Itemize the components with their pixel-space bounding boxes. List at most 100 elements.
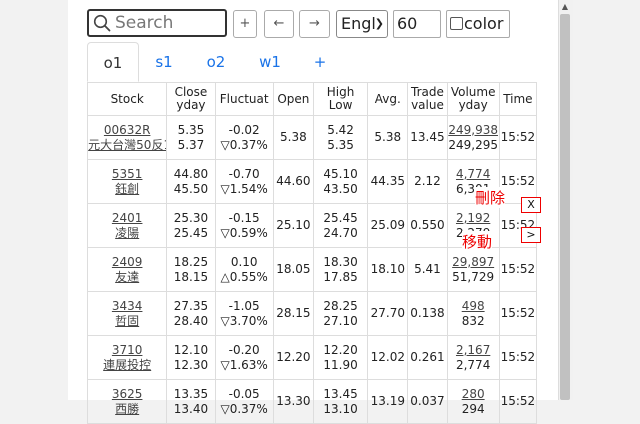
open-cell: 12.20: [272, 335, 314, 380]
stock-name-link[interactable]: 鈺創: [88, 182, 166, 197]
tab-s1[interactable]: s1: [139, 42, 189, 82]
page-background-right: [572, 0, 640, 400]
stock-cell[interactable]: 2401 凌陽: [86, 203, 168, 248]
volume-cell[interactable]: 280 294: [446, 379, 500, 424]
search-input[interactable]: [115, 12, 225, 34]
prev-button[interactable]: ←: [264, 10, 294, 38]
open-cell: 44.60: [272, 159, 314, 204]
high-low-cell: 18.30 17.85: [312, 247, 369, 292]
stock-cell[interactable]: 3434 哲固: [86, 291, 168, 336]
volume-cell[interactable]: 29,897 51,729: [446, 247, 500, 292]
tab-bar: o1 s1 o2 w1 +: [87, 42, 537, 83]
stock-code-link[interactable]: 3434: [88, 299, 166, 314]
col-header-stock[interactable]: Stock: [86, 82, 168, 116]
stock-cell[interactable]: 3710 連展投控: [86, 335, 168, 380]
volume-cell[interactable]: 2,167 2,774: [446, 335, 500, 380]
next-button[interactable]: →: [299, 10, 330, 38]
color-label: color: [464, 14, 504, 33]
open-cell: 5.38: [272, 115, 314, 160]
zoom-input[interactable]: 60: [393, 10, 441, 38]
table-row[interactable]: 3710 連展投控 12.10 12.30 -0.20 ▽1.63% 12.20 12.20 1…: [86, 335, 538, 380]
stock-cell[interactable]: 5351 鈺創: [86, 159, 168, 204]
trade-value-cell: 13.45: [407, 115, 448, 160]
close-cell: 44.80 45.50: [166, 159, 216, 204]
volume-link[interactable]: 249,938: [448, 123, 498, 137]
volume-link[interactable]: 29,897: [452, 255, 494, 269]
col-header-trade-value[interactable]: Trade value: [407, 82, 448, 116]
trade-value-cell: 2.12: [407, 159, 448, 204]
color-toggle[interactable]: color: [446, 10, 510, 38]
stock-code-link[interactable]: 3710: [88, 343, 166, 358]
avg-cell: 13.19: [367, 379, 409, 424]
time-cell: 15:52: [498, 379, 538, 424]
col-header-fluct[interactable]: Fluctuat: [214, 82, 274, 116]
volume-cell[interactable]: 249,938 249,295: [446, 115, 500, 160]
chevron-down-icon: ❯: [374, 17, 384, 30]
language-select[interactable]: Engl ❯: [336, 10, 388, 38]
stock-cell[interactable]: 3625 西勝: [86, 379, 168, 424]
high-low-cell: 28.25 27.10: [312, 291, 369, 336]
avg-cell: 27.70: [367, 291, 409, 336]
col-header-avg[interactable]: Avg.: [367, 82, 409, 116]
trade-value-cell: 0.550: [407, 203, 448, 248]
delete-button[interactable]: X: [521, 197, 541, 213]
color-checkbox[interactable]: [450, 17, 463, 30]
search-box[interactable]: [87, 9, 227, 37]
stock-code-link[interactable]: 5351: [88, 167, 166, 182]
table-row[interactable]: 2409 友達 18.25 18.15 0.10 △0.55% 18.05 18.30 17.8…: [86, 247, 538, 292]
col-header-volume[interactable]: Volume yday: [446, 82, 500, 116]
trade-value-cell: 0.037: [407, 379, 448, 424]
volume-link[interactable]: 2,192: [456, 211, 490, 225]
fluct-cell: -0.05 ▽0.37%: [214, 379, 274, 424]
volume-link[interactable]: 498: [462, 299, 485, 313]
volume-link[interactable]: 280: [462, 387, 485, 401]
close-cell: 5.35 5.37: [166, 115, 216, 160]
stock-table: Stock Close yday Fluctuat Open High Low Av…: [86, 82, 538, 424]
table-row[interactable]: 3434 哲固 27.35 28.40 -1.05 ▽3.70% 28.15 28.25 27.…: [86, 291, 538, 336]
stock-cell[interactable]: 00632R 元大台灣50反1: [86, 115, 168, 160]
trade-value-cell: 5.41: [407, 247, 448, 292]
stock-name-link[interactable]: 西勝: [88, 402, 166, 417]
high-low-cell: 25.45 24.70: [312, 203, 369, 248]
close-cell: 18.25 18.15: [166, 247, 216, 292]
avg-cell: 5.38: [367, 115, 409, 160]
stock-cell[interactable]: 2409 友達: [86, 247, 168, 292]
volume-link[interactable]: 4,774: [456, 167, 490, 181]
tab-add[interactable]: +: [295, 42, 345, 82]
close-cell: 27.35 28.40: [166, 291, 216, 336]
stock-code-link[interactable]: 2401: [88, 211, 166, 226]
volume-link[interactable]: 2,167: [456, 343, 490, 357]
time-cell: 15:52: [498, 291, 538, 336]
stock-name-link[interactable]: 連展投控: [88, 358, 166, 373]
add-stock-button[interactable]: +: [233, 10, 257, 38]
stock-code-link[interactable]: 3625: [88, 387, 166, 402]
stock-name-link[interactable]: 元大台灣50反1: [88, 138, 166, 153]
table-row[interactable]: 00632R 元大台灣50反1 5.35 5.37 -0.02 ▽0.37% 5.38 5.4…: [86, 115, 538, 160]
avg-cell: 18.10: [367, 247, 409, 292]
avg-cell: 25.09: [367, 203, 409, 248]
table-row[interactable]: 5351 鈺創 44.80 45.50 -0.70 ▽1.54% 44.60 45.10 43.…: [86, 159, 538, 204]
stock-name-link[interactable]: 哲固: [88, 314, 166, 329]
delete-label: 刪除: [475, 187, 506, 208]
stock-code-link[interactable]: 00632R: [88, 123, 166, 138]
col-header-high-low[interactable]: High Low: [312, 82, 369, 116]
volume-cell[interactable]: 498 832: [446, 291, 500, 336]
table-row[interactable]: 3625 西勝 13.35 13.40 -0.05 ▽0.37% 13.30 13.45 13.…: [86, 379, 538, 424]
avg-cell: 12.02: [367, 335, 409, 380]
stock-code-link[interactable]: 2409: [88, 255, 166, 270]
tab-w1[interactable]: w1: [245, 42, 295, 82]
stock-name-link[interactable]: 凌陽: [88, 226, 166, 241]
stock-name-link[interactable]: 友達: [88, 270, 166, 285]
high-low-cell: 12.20 11.90: [312, 335, 369, 380]
tab-o1[interactable]: o1: [87, 42, 139, 82]
scroll-up-arrow-icon[interactable]: ▲: [559, 2, 571, 12]
close-cell: 13.35 13.40: [166, 379, 216, 424]
tab-o2[interactable]: o2: [191, 42, 241, 82]
trade-value-cell: 0.138: [407, 291, 448, 336]
scrollbar-thumb[interactable]: [560, 14, 570, 400]
move-button[interactable]: >: [521, 227, 541, 243]
col-header-open[interactable]: Open: [272, 82, 314, 116]
col-header-close[interactable]: Close yday: [166, 82, 216, 116]
col-header-time[interactable]: Time: [498, 82, 538, 116]
fluct-cell: 0.10 △0.55%: [214, 247, 274, 292]
